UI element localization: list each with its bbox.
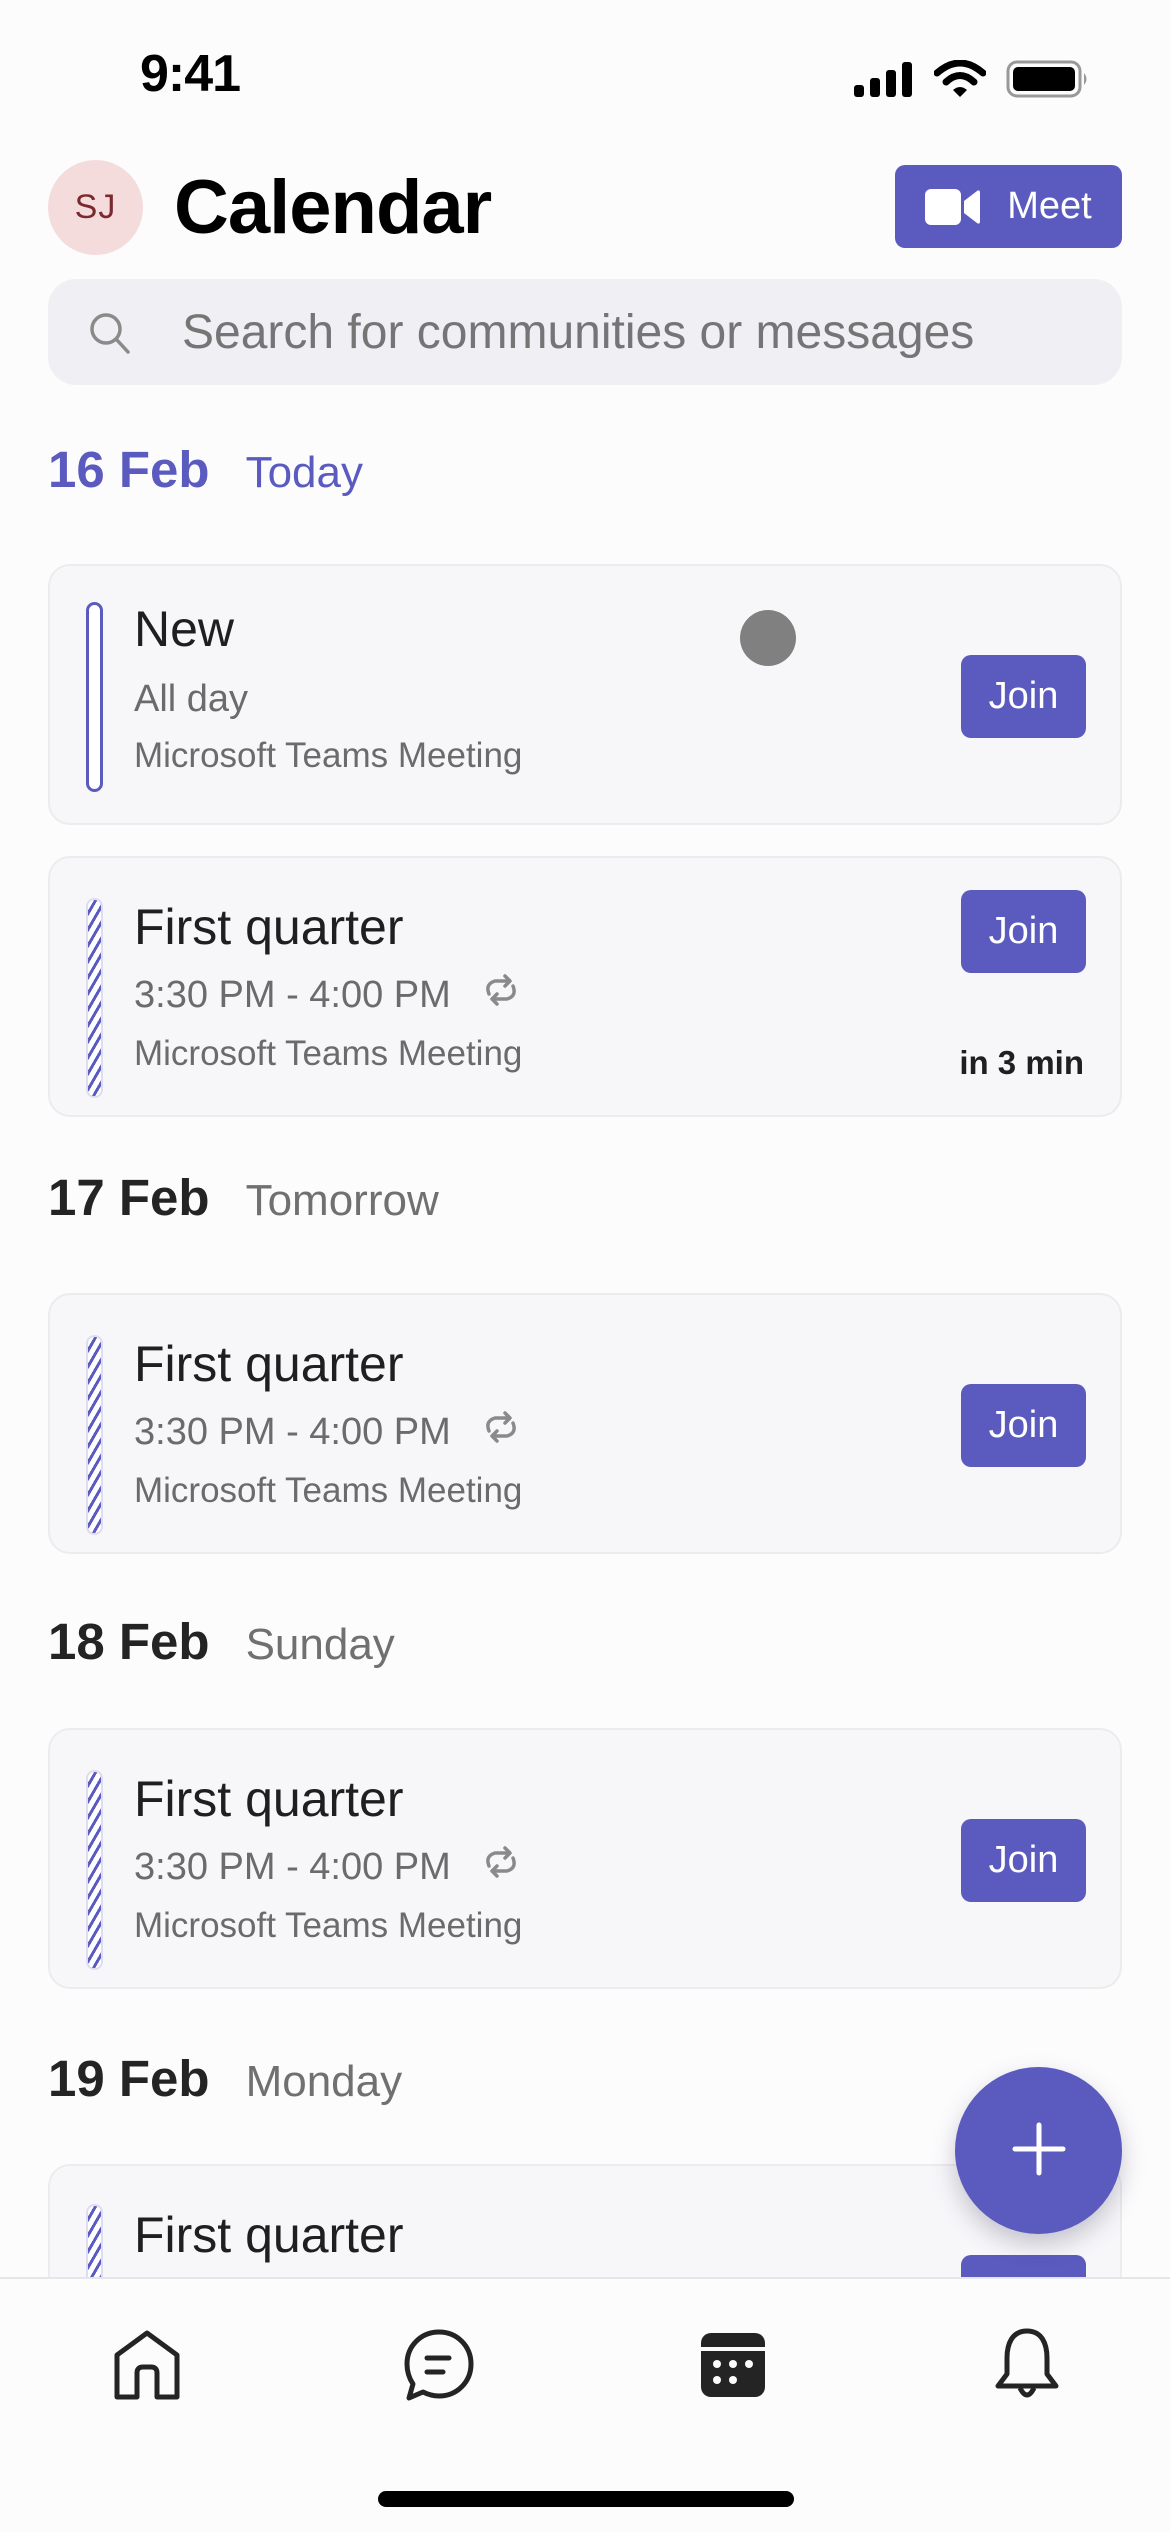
event-time-text: 3:30 PM - 4:00 PM [134,1845,451,1888]
page-title: Calendar [174,165,492,250]
event-color-bar [86,1770,103,1970]
event-card[interactable]: First quarter 3:30 PM - 4:00 PM Microsof… [48,856,1122,1117]
join-button[interactable]: Join [961,1384,1086,1467]
chat-icon [404,2329,474,2401]
date-header: 17 Feb Tomorrow [48,1168,439,1227]
event-time-text: 3:30 PM - 4:00 PM [134,1410,451,1453]
status-time: 9:41 [140,45,241,103]
join-button[interactable]: Join [961,655,1086,738]
event-title: First quarter [134,899,404,955]
join-button[interactable]: Join [961,1819,1086,1902]
event-card[interactable]: New All day Microsoft Teams Meeting Join [48,564,1122,825]
event-time: 3:30 PM - 4:00 PM [134,1844,521,1890]
event-color-bar [86,1335,103,1535]
event-location: Microsoft Teams Meeting [134,736,523,775]
plus-icon [1011,2121,1067,2180]
touch-indicator [740,610,796,666]
search-input[interactable] [182,279,1082,385]
bottom-nav [0,2277,1170,2532]
event-title: New [134,601,235,657]
bell-icon [995,2328,1059,2398]
date-label: 18 Feb [48,1613,210,1670]
event-color-bar [86,898,103,1098]
event-location: Microsoft Teams Meeting [134,1471,523,1510]
new-event-button[interactable] [955,2067,1122,2234]
relative-day-label: Today [245,448,363,497]
date-label: 19 Feb [48,2050,210,2107]
date-label: 17 Feb [48,1169,210,1226]
event-location: Microsoft Teams Meeting [134,1034,523,1073]
battery-icon [1006,60,1087,98]
tab-calendar[interactable] [683,2325,783,2405]
search-icon [86,309,134,362]
status-icons [852,58,1090,100]
event-card[interactable]: First quarter 3:30 PM - 4:00 PM Microsof… [48,1728,1122,1989]
tab-home[interactable] [97,2325,197,2405]
avatar[interactable]: SJ [48,160,143,255]
avatar-initials: SJ [74,188,117,226]
event-time: 3:30 PM - 4:00 PM [134,972,521,1018]
date-header: 18 Feb Sunday [48,1612,395,1671]
cellular-signal-icon [854,62,912,97]
event-title: First quarter [134,2207,404,2263]
relative-day-label: Tomorrow [245,1176,439,1225]
countdown-label: in 3 min [959,1044,1084,1081]
date-header: 19 Feb Monday [48,2049,402,2108]
search-bar[interactable] [48,279,1122,385]
calendar-icon [701,2333,765,2397]
event-title: First quarter [134,1771,404,1827]
recurring-icon [481,972,521,1018]
wifi-icon [934,60,986,97]
tab-chat[interactable] [389,2325,489,2405]
date-header: 16 Feb Today [48,440,363,499]
event-time-text: 3:30 PM - 4:00 PM [134,973,451,1016]
event-time: 3:30 PM - 4:00 PM [134,1409,521,1455]
event-card[interactable]: First quarter 3:30 PM - 4:00 PM Microsof… [48,1293,1122,1554]
home-indicator [378,2491,794,2507]
recurring-icon [481,1844,521,1890]
relative-day-label: Monday [245,2057,403,2106]
tab-activity[interactable] [977,2325,1077,2405]
meet-button[interactable]: Meet [895,165,1122,248]
event-location: Microsoft Teams Meeting [134,1906,523,1945]
video-camera-icon [925,187,981,227]
event-time: All day [134,678,248,721]
event-color-bar [86,602,103,792]
home-icon [114,2330,180,2400]
recurring-icon [481,1409,521,1455]
event-time-text: All day [134,678,249,720]
relative-day-label: Sunday [245,1620,395,1669]
event-title: First quarter [134,1336,404,1392]
date-label: 16 Feb [48,441,210,498]
meet-label: Meet [1007,185,1092,227]
join-button[interactable]: Join [961,890,1086,973]
